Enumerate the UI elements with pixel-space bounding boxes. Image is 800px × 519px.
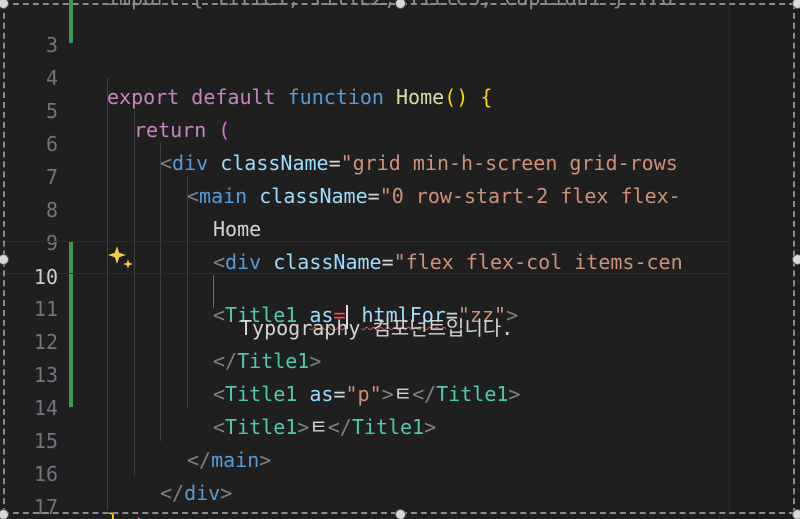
code-line[interactable]: 4 export default function Home() { <box>0 43 729 109</box>
code-line[interactable]: 6 <div className="grid min-h-screen grid… <box>0 109 729 175</box>
partial-line-bottom: } <box>107 505 119 519</box>
minimap[interactable] <box>729 0 800 519</box>
code-line[interactable]: 7 <main className="0 row-start-2 flex fl… <box>0 142 729 208</box>
resize-handle[interactable] <box>792 0 800 9</box>
code-line-current[interactable]: 10 <Title1 as= htmlFor="zz"> <box>0 241 729 329</box>
code-line[interactable]: 3 <box>0 10 729 57</box>
code-line[interactable]: 12 </Title1> <box>0 307 729 373</box>
code-line[interactable]: 13 <Title1 as="p">ㅌ</Title1> <box>0 340 729 406</box>
resize-handle[interactable] <box>0 509 9 519</box>
code-line[interactable]: 17 ); <box>0 472 729 519</box>
code-line[interactable]: 15 </main> <box>0 406 729 472</box>
resize-handle[interactable] <box>0 0 9 9</box>
code-text: ); <box>134 510 158 519</box>
code-editor[interactable]: import { Title1, Title2, Title3, Caption… <box>0 0 800 519</box>
code-line[interactable]: 5 return ( <box>0 76 729 142</box>
code-line[interactable]: 16 </div> <box>0 439 729 505</box>
resize-handle[interactable] <box>792 254 800 265</box>
resize-handle[interactable] <box>792 509 800 519</box>
resize-handle[interactable] <box>395 509 406 519</box>
sparkle-icon[interactable] <box>107 244 135 272</box>
code-line[interactable]: 14 <Title1>ㅌ</Title1> <box>0 373 729 439</box>
code-line[interactable]: 9 <div className="flex flex-col items-ce… <box>0 208 729 274</box>
code-line[interactable]: 11 Typography 컴포넌트입니다. <box>0 274 729 340</box>
code-line[interactable]: 8 Home <box>0 175 729 241</box>
